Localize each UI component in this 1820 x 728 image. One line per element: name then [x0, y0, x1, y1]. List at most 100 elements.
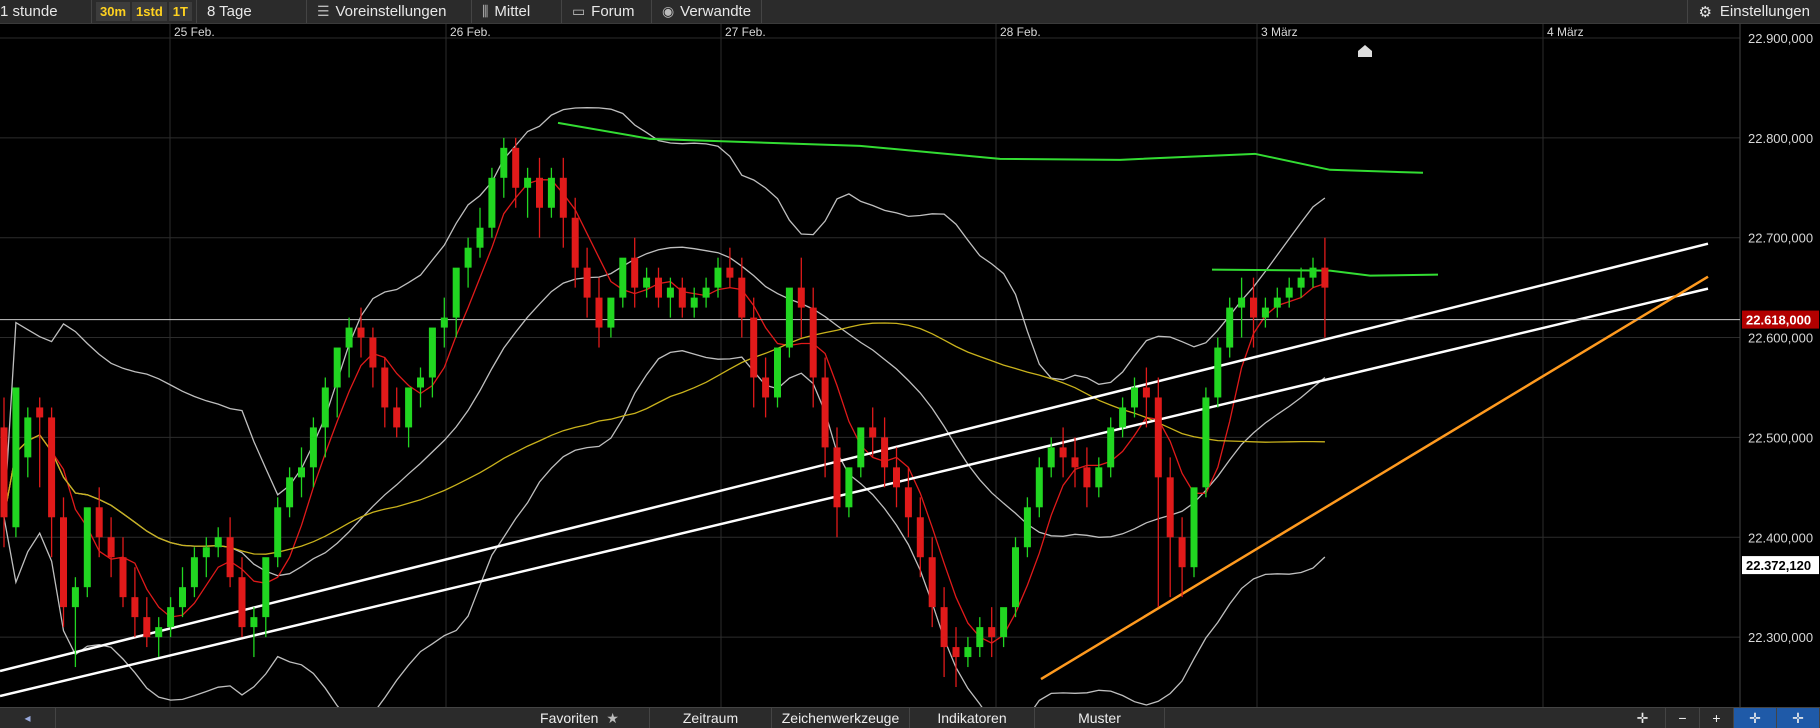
timeframe-1std-button[interactable]: 1std: [132, 2, 167, 21]
range-button[interactable]: 8 Tage: [197, 0, 307, 23]
candle-body: [845, 467, 853, 508]
candle-body: [1297, 277, 1305, 288]
zoom-in-button[interactable]: +: [1700, 708, 1734, 728]
candle-body: [869, 427, 877, 438]
interval-label[interactable]: 1 stunde: [0, 0, 92, 23]
period-button[interactable]: Zeitraum: [650, 708, 772, 728]
candle-body: [71, 587, 79, 608]
patterns-button[interactable]: Muster: [1035, 708, 1165, 728]
candle-body: [690, 297, 698, 308]
candle-body: [1071, 457, 1079, 468]
expand-button[interactable]: ✛: [1777, 708, 1820, 728]
favorites-label: Favoriten: [540, 710, 599, 726]
average-label: Mittel: [494, 3, 531, 20]
star-icon: ★: [606, 709, 619, 726]
related-button[interactable]: ◉ Verwandte: [652, 0, 762, 23]
average-button[interactable]: ⫼ Mittel: [472, 0, 562, 23]
candle-body: [405, 387, 413, 428]
candle-body: [655, 277, 662, 298]
y-tick-label: 22.600,000: [1748, 331, 1813, 346]
candle-body: [1047, 447, 1055, 468]
candle-body: [381, 367, 389, 408]
candle-body: [119, 557, 127, 598]
chat-icon: ▭: [571, 3, 586, 19]
trend-line-upper: [0, 242, 1709, 673]
x-tick-label: 28 Feb.: [1000, 25, 1041, 39]
candle-body: [24, 417, 32, 458]
candle-body: [738, 277, 746, 318]
expand-icon: ✛: [1792, 709, 1804, 726]
candle-body: [1000, 607, 1008, 638]
timeframe-1t-button[interactable]: 1T: [168, 2, 192, 21]
scroll-left-control[interactable]: ◂: [0, 708, 56, 728]
candle-body: [179, 587, 186, 608]
candle-body: [1190, 487, 1198, 568]
eye-icon: ◉: [661, 3, 675, 19]
candle-body: [821, 377, 829, 448]
candle-body: [488, 177, 496, 228]
zoom-out-button[interactable]: −: [1666, 708, 1700, 728]
candle-body: [1142, 387, 1150, 398]
candle-body: [1119, 407, 1127, 428]
marker-price-label: 22.372,120: [1746, 558, 1811, 573]
candle-body: [131, 597, 139, 618]
candle-body: [726, 267, 734, 278]
y-axis: 22.300,000 22.400,000 22.500,000 22.600,000…: [1742, 31, 1819, 645]
bottom-toolbar: ◂ Favoriten ★ Zeitraum Zeichenwerkzeuge …: [0, 707, 1820, 728]
trend-line-lower: [0, 287, 1709, 698]
candle-body: [12, 387, 20, 528]
indicators-button[interactable]: Indikatoren: [910, 708, 1035, 728]
candle-body: [345, 327, 353, 348]
candle-body: [238, 577, 246, 628]
y-tick-label: 22.900,000: [1748, 31, 1813, 46]
candle-body: [619, 257, 627, 298]
candle-body: [714, 267, 722, 288]
timeframe-group: 30m 1std 1T: [92, 0, 197, 23]
settings-button[interactable]: ⚙ Einstellungen: [1687, 0, 1820, 23]
candle-body: [190, 557, 198, 588]
candle-body: [607, 297, 615, 328]
bell-icon: [1358, 45, 1372, 57]
candle-body: [440, 317, 448, 328]
presets-button[interactable]: ☰ Voreinstellungen: [307, 0, 472, 23]
y-tick-label: 22.800,000: [1748, 131, 1813, 146]
candle-body: [952, 647, 960, 658]
candle-body: [333, 347, 341, 388]
candle-body: [95, 507, 103, 538]
candle-body: [309, 427, 317, 468]
candle-body: [1059, 447, 1067, 458]
candle-body: [274, 507, 282, 558]
candle-body: [1261, 307, 1269, 318]
x-tick-label: 3 März: [1261, 25, 1298, 39]
candle-body: [202, 547, 210, 558]
candle-body: [36, 407, 44, 418]
candle-body: [797, 287, 805, 308]
candle-body: [298, 467, 305, 478]
candle-body: [785, 287, 793, 348]
drawing-tools-button[interactable]: Zeichenwerkzeuge: [772, 708, 910, 728]
candle-body: [417, 377, 424, 388]
candle-body: [1214, 347, 1222, 398]
x-tick-label: 25 Feb.: [174, 25, 215, 39]
crosshair-icon: ✛: [1636, 709, 1649, 726]
x-axis-labels: 25 Feb. 26 Feb. 27 Feb. 28 Feb. 3 März 4 März: [174, 25, 1584, 39]
candle-body: [1035, 467, 1043, 508]
candle-body: [1095, 467, 1103, 488]
y-tick-label: 22.400,000: [1748, 530, 1813, 545]
candle-body: [1238, 297, 1246, 308]
last-price-label: 22.618,000: [1746, 313, 1811, 328]
candle-body: [1309, 267, 1317, 278]
fit-button[interactable]: ✛: [1734, 708, 1777, 728]
timeframe-30m-button[interactable]: 30m: [96, 2, 131, 21]
favorites-button[interactable]: Favoriten ★: [510, 708, 650, 728]
gear-icon: ⚙: [1698, 3, 1712, 21]
price-chart[interactable]: 25 Feb. 26 Feb. 27 Feb. 28 Feb. 3 März 4 März…: [0, 24, 1820, 707]
forum-button[interactable]: ▭ Forum: [562, 0, 652, 23]
candle-body: [809, 307, 817, 378]
candle-body: [988, 627, 996, 638]
candle-body: [928, 557, 936, 608]
candle-body: [631, 257, 639, 288]
x-tick-label: 26 Feb.: [450, 25, 491, 39]
candle-body: [964, 647, 972, 658]
crosshair-button[interactable]: ✛: [1620, 708, 1666, 728]
